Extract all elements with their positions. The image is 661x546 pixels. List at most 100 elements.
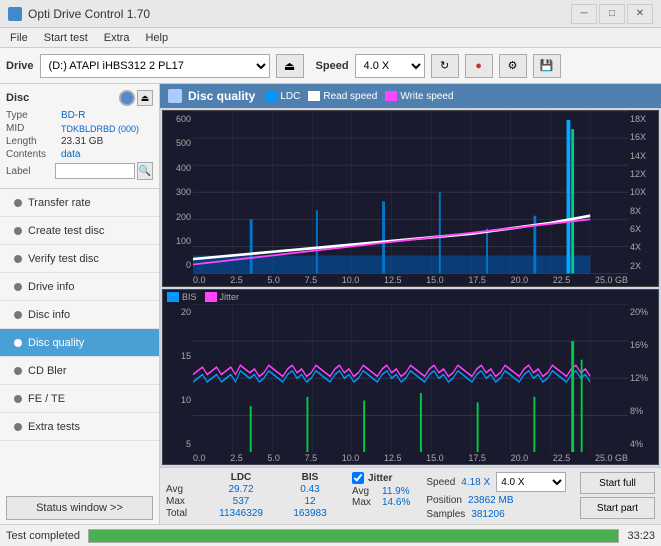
menubar: File Start test Extra Help [0,28,661,48]
nav-label: Drive info [28,281,74,293]
ldc-chart: 600 500 400 300 200 100 0 [162,110,659,287]
nav-dot [14,283,22,291]
nav-label: CD Bler [28,365,67,377]
settings-button[interactable]: ⚙ [499,54,527,78]
jitter-legend-box [205,292,217,302]
disc-icon [119,90,135,106]
samples-value: 381206 [471,509,504,520]
y-label: 300 [176,187,191,197]
max-label: Max [166,496,202,507]
length-key: Length [6,136,61,147]
position-value: 23862 MB [468,495,514,506]
y-label: 10 [181,395,191,405]
drive-select[interactable]: (D:) ATAPI iHBS312 2 PL17 [40,54,270,78]
sidebar-item-extra-tests[interactable]: Extra tests [0,413,159,441]
minimize-button[interactable]: ─ [571,4,597,24]
y-label: 12% [630,373,648,383]
menu-file[interactable]: File [4,31,34,45]
nav-dot [14,339,22,347]
sidebar-item-transfer-rate[interactable]: Transfer rate [0,189,159,217]
jitter-checkbox[interactable] [352,472,364,484]
speed-label: Speed [316,60,349,72]
jitter-max-label: Max [352,497,378,508]
y-label: 5 [186,439,191,449]
sidebar-item-create-test-disc[interactable]: Create test disc [0,217,159,245]
save-button[interactable]: 💾 [533,54,561,78]
main-area: Disc ⏏ Type BD-R MID TDKBLDRBD (000) Len… [0,84,661,524]
avg-label: Avg [166,484,202,495]
y-label: 500 [176,138,191,148]
nav-label: FE / TE [28,393,65,405]
app-icon [8,7,22,21]
y-label: 200 [176,212,191,222]
ldc-bis-stats: LDC BIS Avg 29.72 0.43 Max 537 12 Tota [166,472,340,519]
avg-bis: 0.43 [280,484,340,495]
jitter-stats: Jitter Avg 11.9% Max 14.6% [352,472,410,508]
y-label: 2X [630,261,641,271]
disc-header: Disc [6,92,29,104]
total-bis: 163983 [280,508,340,519]
maximize-button[interactable]: □ [599,4,625,24]
sidebar-item-verify-test-disc[interactable]: Verify test disc [0,245,159,273]
nav-label: Disc info [28,309,70,321]
nav-label: Transfer rate [28,197,91,209]
ldc-chart-svg [193,111,628,274]
speed-select[interactable]: 4.0 X [355,54,425,78]
nav-label: Disc quality [28,337,84,349]
samples-label: Samples [426,509,465,520]
start-full-button[interactable]: Start full [580,472,655,494]
sidebar-item-disc-info[interactable]: Disc info [0,301,159,329]
y-label: 600 [176,114,191,124]
jitter-max-val: 14.6% [382,497,410,508]
charts-area: 600 500 400 300 200 100 0 [160,108,661,467]
action-buttons: Start full Start part [580,472,655,519]
label-input[interactable] [55,163,135,179]
y-label: 20 [181,307,191,317]
sidebar-item-fe-te[interactable]: FE / TE [0,385,159,413]
start-part-button[interactable]: Start part [580,497,655,519]
disc-quality-title: Disc quality [188,89,255,103]
sidebar-item-drive-info[interactable]: Drive info [0,273,159,301]
jitter-avg-val: 11.9% [382,486,410,497]
eject-disc-button[interactable]: ⏏ [137,90,153,106]
nav-label: Create test disc [28,225,104,237]
sidebar: Disc ⏏ Type BD-R MID TDKBLDRBD (000) Len… [0,84,160,524]
nav-dot [14,311,22,319]
write-speed-legend-box [385,91,397,101]
y-label: 8% [630,406,643,416]
nav-dot [14,255,22,263]
y-label: 8X [630,206,641,216]
y-label: 20% [630,307,648,317]
x-axis-2: 0.0 2.5 5.0 7.5 10.0 12.5 15.0 17.5 20.0… [163,452,658,464]
refresh-button[interactable]: ↻ [431,54,459,78]
sidebar-item-disc-quality[interactable]: Disc quality [0,329,159,357]
record-button[interactable]: ● [465,54,493,78]
label-search-button[interactable]: 🔍 [137,162,153,180]
x-axis-1: 0.0 2.5 5.0 7.5 10.0 12.5 15.0 17.5 20.0… [163,274,658,286]
nav-label: Verify test disc [28,253,99,265]
nav-dot [14,367,22,375]
y-label: 0 [186,260,191,270]
y-label: 10X [630,187,646,197]
ldc-legend-box [265,91,277,101]
menu-help[interactable]: Help [139,31,174,45]
menu-extra[interactable]: Extra [98,31,136,45]
jitter-legend-label: Jitter [220,292,240,302]
nav-dot [14,199,22,207]
menu-start-test[interactable]: Start test [38,31,94,45]
eject-button[interactable]: ⏏ [276,54,304,78]
stats-panel: LDC BIS Avg 29.72 0.43 Max 537 12 Tota [160,467,661,524]
status-window-button[interactable]: Status window >> [6,496,153,520]
y-label: 400 [176,163,191,173]
jitter-avg-label: Avg [352,486,378,497]
sidebar-item-cd-bler[interactable]: CD Bler [0,357,159,385]
length-value: 23.31 GB [61,136,103,147]
bis-chart: BIS Jitter 20 15 10 5 [162,289,659,466]
statusbar: Test completed 33:23 [0,524,661,546]
titlebar: Opti Drive Control 1.70 ─ □ ✕ [0,0,661,28]
speed-dropdown[interactable]: 4.0 X [496,472,566,492]
y-label: 15 [181,351,191,361]
progress-bar-fill [89,530,618,542]
position-label: Position [426,495,462,506]
close-button[interactable]: ✕ [627,4,653,24]
